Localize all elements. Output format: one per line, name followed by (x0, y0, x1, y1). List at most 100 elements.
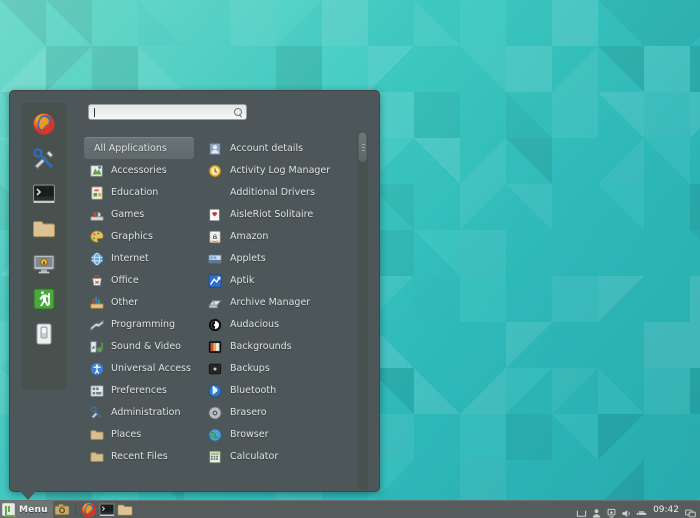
update-manager-icon[interactable] (606, 504, 617, 518)
menu-button[interactable]: Menu (0, 500, 53, 518)
administration-icon (90, 405, 104, 419)
text-caret (94, 107, 95, 117)
application-item-activity-log-manager[interactable]: Activity Log Manager (204, 159, 364, 181)
games-icon (90, 207, 104, 221)
taskbar-panel: Menu 09:42 (0, 500, 700, 518)
backups-icon (208, 361, 222, 375)
archive-manager-icon (208, 295, 222, 309)
category-item-label: Preferences (111, 384, 167, 396)
workspace-switcher-icon[interactable] (685, 504, 696, 518)
category-item-sound-video[interactable]: Sound & Video (84, 335, 194, 357)
sidebar-shortcut-power[interactable] (32, 322, 56, 346)
menu-pointer-tail (20, 491, 36, 500)
backgrounds-icon (208, 339, 222, 353)
category-item-graphics[interactable]: Graphics (84, 225, 194, 247)
taskbar-left-section: Menu (0, 500, 134, 518)
application-list-scrollbar[interactable] (357, 131, 368, 491)
brasero-icon (208, 405, 222, 420)
application-item-backgrounds[interactable]: Backgrounds (204, 335, 364, 357)
places-icon (90, 427, 104, 441)
category-item-label: Programming (111, 318, 176, 330)
applets-icon (208, 251, 222, 265)
volume-icon[interactable] (621, 504, 632, 517)
category-item-programming[interactable]: Programming (84, 313, 194, 335)
application-item-applets[interactable]: Applets (204, 247, 364, 269)
category-item-preferences[interactable]: Preferences (84, 379, 194, 401)
bluetooth-icon (208, 383, 222, 398)
application-item-backups[interactable]: Backups (204, 357, 364, 379)
application-item-calculator[interactable]: Calculator (204, 445, 364, 467)
search-input[interactable] (88, 104, 247, 120)
solitaire-icon (208, 207, 222, 222)
scrollbar-thumb[interactable] (358, 132, 367, 162)
sidebar-shortcut-files[interactable] (32, 217, 56, 241)
application-item-amazon[interactable]: a Amazon (204, 225, 364, 247)
category-item-recent-files[interactable]: Recent Files (84, 445, 194, 467)
application-item-label: Activity Log Manager (230, 164, 331, 176)
application-item-aisleriot-solitaire[interactable]: AisleRiot Solitaire (204, 203, 364, 225)
category-item-administration[interactable]: Administration (84, 401, 194, 423)
application-item-archive-manager[interactable]: Archive Manager (204, 291, 364, 313)
account-details-icon (208, 141, 222, 156)
sidebar-shortcut-lock-screen[interactable] (32, 252, 56, 276)
scrollbar-grip-icon (362, 144, 365, 152)
category-item-office[interactable]: Office (84, 269, 194, 291)
aptik-icon (208, 273, 222, 288)
application-item-label: Aptik (230, 274, 255, 286)
sidebar-shortcut-terminal[interactable] (32, 182, 56, 206)
menu-button-label: Menu (19, 504, 48, 515)
application-list: Account details Activity Log Manager Addit… (204, 137, 364, 467)
application-item-browser[interactable]: Browser (204, 423, 364, 445)
application-item-label: Brasero (230, 406, 267, 418)
sidebar-shortcut-software-manager[interactable] (32, 147, 56, 171)
application-item-label: Archive Manager (230, 296, 311, 308)
network-icon[interactable] (636, 504, 647, 515)
category-item-other[interactable]: Other (84, 291, 194, 313)
category-item-accessories[interactable]: Accessories (84, 159, 194, 181)
files-launcher[interactable] (117, 502, 133, 518)
taskbar-separator (74, 502, 76, 517)
application-item-brasero[interactable]: Brasero (204, 401, 364, 423)
category-item-internet[interactable]: Internet (84, 247, 194, 269)
category-item-label: Graphics (111, 230, 153, 242)
office-icon (90, 273, 104, 287)
application-item-aptik[interactable]: Aptik (204, 269, 364, 291)
category-item-education[interactable]: Education (84, 181, 194, 203)
application-item-bluetooth[interactable]: Bluetooth (204, 379, 364, 401)
category-item-universal-access[interactable]: Universal Access (84, 357, 194, 379)
sound-video-icon (90, 339, 104, 353)
category-item-label: Education (111, 186, 159, 198)
firefox-launcher[interactable] (81, 502, 97, 518)
terminal-launcher[interactable] (99, 502, 115, 518)
user-account-icon[interactable] (591, 504, 602, 518)
browser-icon (208, 427, 222, 442)
category-item-label: All Applications (94, 142, 167, 154)
application-item-additional-drivers[interactable]: Additional Drivers (204, 181, 364, 203)
programming-icon (90, 317, 104, 332)
application-item-account-details[interactable]: Account details (204, 137, 364, 159)
sidebar-shortcut-logout[interactable] (32, 287, 56, 311)
category-item-all-applications[interactable]: All Applications (84, 137, 194, 159)
category-item-label: Office (111, 274, 139, 286)
application-item-label: Backgrounds (230, 340, 292, 352)
application-item-label: Bluetooth (230, 384, 277, 396)
svg-text:a: a (213, 232, 218, 241)
category-item-label: Games (111, 208, 145, 220)
audacious-icon (208, 317, 222, 332)
screenshot-tool-launcher[interactable] (54, 502, 70, 518)
sidebar-shortcut-firefox[interactable] (32, 112, 56, 136)
hide-panel-icon[interactable] (576, 504, 587, 517)
other-icon (90, 295, 104, 309)
application-item-label: Account details (230, 142, 304, 154)
category-item-places[interactable]: Places (84, 423, 194, 445)
category-item-label: Universal Access (111, 362, 191, 374)
category-item-label: Accessories (111, 164, 167, 176)
category-item-label: Administration (111, 406, 181, 418)
application-item-audacious[interactable]: Audacious (204, 313, 364, 335)
application-item-label: Calculator (230, 450, 279, 462)
calculator-icon (208, 449, 222, 464)
linux-mint-logo-icon (2, 503, 15, 516)
clock[interactable]: 09:42 (651, 505, 681, 515)
category-item-games[interactable]: Games (84, 203, 194, 225)
amazon-icon: a (208, 229, 222, 244)
